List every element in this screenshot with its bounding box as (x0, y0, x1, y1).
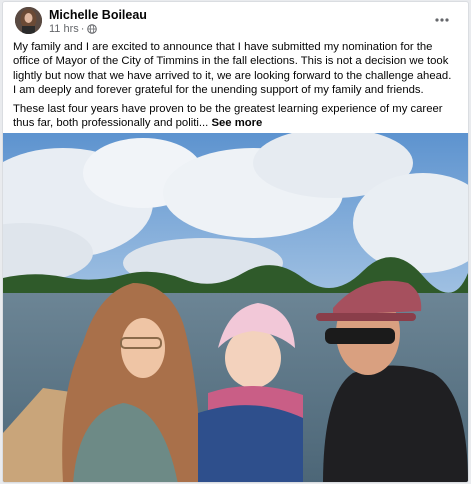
post-photo[interactable] (3, 133, 468, 482)
facebook-post: Michelle Boileau 11 hrs · My family and … (2, 1, 469, 483)
author-avatar[interactable] (15, 7, 42, 34)
post-meta: 11 hrs · (49, 23, 98, 35)
family-photo (3, 133, 468, 482)
author-name[interactable]: Michelle Boileau (49, 8, 147, 22)
more-options-button[interactable] (430, 10, 454, 30)
globe-icon (87, 24, 98, 34)
meta-separator: · (80, 23, 85, 35)
more-horizontal-icon (435, 18, 449, 22)
post-text: My family and I are excited to announce … (13, 40, 453, 136)
see-more-link[interactable]: See more (211, 117, 262, 129)
post-timestamp[interactable]: 11 hrs (49, 23, 79, 35)
post-paragraph: These last four years have proven to be … (13, 102, 453, 131)
post-header: Michelle Boileau 11 hrs · (13, 6, 458, 36)
post-paragraph: My family and I are excited to announce … (13, 41, 452, 96)
